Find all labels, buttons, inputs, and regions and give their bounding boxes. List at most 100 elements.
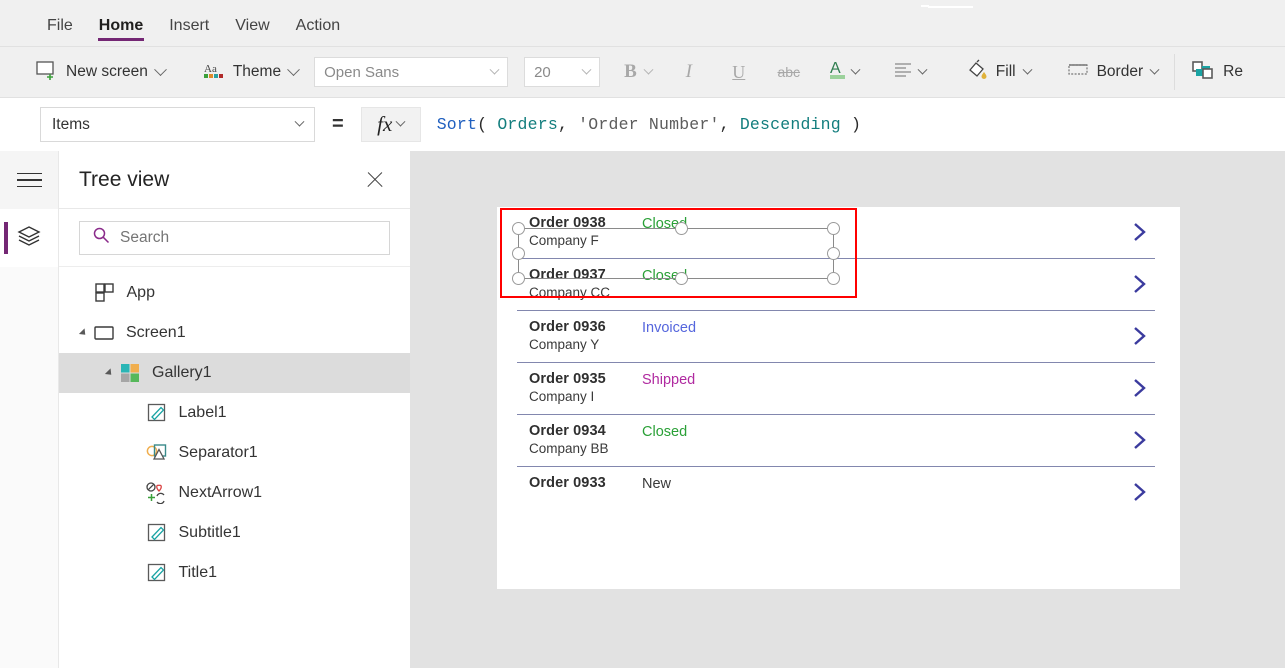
formula-token-3: , [557, 115, 579, 134]
formula-input[interactable]: Sort( Orders, 'Order Number', Descending… [420, 107, 1285, 142]
tree-item-nextarrow1[interactable]: NextArrow1 [59, 473, 410, 513]
reorder-button[interactable]: Re [1181, 52, 1253, 92]
gallery-row-subtitle: Company Y [529, 337, 600, 352]
font-size-select[interactable]: 20 [524, 57, 601, 87]
align-button[interactable] [883, 52, 936, 92]
screen-icon [93, 322, 115, 344]
title-strip [0, 0, 1285, 9]
menu-item-home[interactable]: Home [86, 8, 156, 41]
chevron-down-icon[interactable] [287, 62, 300, 76]
new-screen-label: New screen [66, 63, 148, 80]
resize-handle-6[interactable] [674, 272, 688, 285]
new-screen-button[interactable]: New screen [26, 52, 175, 92]
expand-collapse-icon[interactable] [104, 368, 115, 378]
app-icon [94, 282, 116, 304]
reorder-label: Re [1223, 63, 1243, 80]
resize-handle-2[interactable] [827, 222, 840, 235]
italic-button[interactable]: I [670, 53, 708, 91]
hamburger-button[interactable] [0, 151, 58, 209]
tree-item-label: Title1 [178, 564, 218, 581]
next-arrow-icon[interactable] [1130, 481, 1150, 503]
chevron-down-icon [395, 116, 406, 127]
search-input[interactable] [120, 228, 377, 247]
resize-handle-5[interactable] [512, 272, 525, 285]
underline-button[interactable]: U [720, 53, 758, 91]
tree-item-title1[interactable]: Title1 [59, 553, 410, 593]
strikethrough-button[interactable]: abc [770, 53, 808, 91]
rail-item-tree-view[interactable] [0, 209, 58, 267]
formula-token-6: Descending [739, 115, 841, 134]
theme-button[interactable]: Aa Theme [193, 52, 308, 92]
chevron-down-icon[interactable] [1149, 64, 1160, 75]
search-box[interactable] [79, 220, 390, 255]
expand-collapse-icon[interactable] [78, 328, 89, 338]
gallery-row-subtitle: Company F [529, 233, 599, 248]
formula-token-4: 'Order Number' [578, 115, 720, 134]
tree-item-gallery1[interactable]: Gallery1 [59, 353, 410, 393]
gallery-row-title: Order 0936 [529, 319, 606, 335]
app-screen[interactable]: Order 0938 Company F Closed Order 0937 Compa… [497, 207, 1180, 589]
rail-empty-area [0, 267, 58, 668]
tree-item-subtitle1[interactable]: Subtitle1 [59, 513, 410, 553]
fx-icon: fx [377, 112, 393, 136]
bold-button[interactable]: B [614, 52, 662, 92]
label-icon [146, 522, 168, 544]
chevron-down-icon[interactable] [850, 64, 861, 75]
next-arrow-icon[interactable] [1130, 221, 1150, 243]
tree-item-screen1[interactable]: Screen1 [59, 313, 410, 353]
formula-bar: Items = fx Sort( Orders, 'Order Number',… [0, 99, 1285, 150]
tree-item-app[interactable]: App [59, 273, 410, 313]
gallery-row[interactable]: Order 0934 Company BB Closed [497, 415, 1180, 467]
gallery-row-title: Order 0935 [529, 371, 606, 387]
resize-handle-1[interactable] [674, 222, 688, 235]
close-icon[interactable] [362, 167, 388, 193]
property-select-value: Items [52, 115, 90, 133]
font-color-icon: A [828, 58, 848, 87]
resize-handle-7[interactable] [827, 272, 840, 285]
fill-button[interactable]: Fill [956, 52, 1041, 92]
font-family-value: Open Sans [324, 63, 400, 81]
design-canvas[interactable]: Order 0938 Company F Closed Order 0937 Compa… [411, 151, 1285, 668]
gallery-row[interactable]: Order 0933 New [497, 467, 1180, 519]
gallery-row-subtitle: Company CC [529, 285, 611, 300]
chevron-down-icon[interactable] [153, 62, 167, 76]
font-family-select[interactable]: Open Sans [314, 57, 509, 87]
menu-item-view[interactable]: View [222, 8, 282, 38]
next-arrow-icon[interactable] [1130, 429, 1150, 451]
resize-handle-4[interactable] [827, 247, 840, 260]
gallery-row[interactable]: Order 0935 Company I Shipped [497, 363, 1180, 415]
property-select[interactable]: Items [40, 107, 315, 142]
border-button[interactable]: Border [1057, 52, 1169, 92]
tree-item-label: Screen1 [126, 324, 186, 341]
menu-bar: File Home Insert View Action [0, 8, 1285, 46]
fill-icon [966, 59, 988, 86]
next-arrow-icon[interactable] [1130, 273, 1150, 295]
gallery-row[interactable]: Order 0936 Company Y Invoiced [497, 311, 1180, 363]
tree-item-separator1[interactable]: Separator1 [59, 433, 410, 473]
resize-handle-3[interactable] [512, 247, 525, 260]
menu-item-insert[interactable]: Insert [156, 8, 222, 38]
font-color-button[interactable]: A [818, 52, 869, 92]
gallery-row[interactable]: Order 0937 Company CC Closed [497, 259, 1180, 311]
chevron-down-icon[interactable] [1022, 64, 1033, 75]
border-icon [1067, 61, 1089, 84]
align-icon [893, 61, 915, 84]
font-size-value: 20 [534, 63, 551, 81]
powerapps-studio: File Home Insert View Action New screen … [0, 0, 1285, 668]
next-arrow-icon[interactable] [1130, 377, 1150, 399]
menu-item-file[interactable]: File [34, 8, 86, 38]
tree-item-label1[interactable]: Label1 [59, 393, 410, 433]
tree-item-label: Label1 [178, 404, 227, 421]
gallery-row-status: Invoiced [642, 320, 697, 336]
resize-handle-0[interactable] [512, 222, 525, 235]
chevron-down-icon[interactable] [917, 64, 928, 75]
next-arrow-icon[interactable] [1130, 325, 1150, 347]
italic-label: I [685, 61, 692, 82]
tree-view-panel: Tree view App Screen1 Gallery1 Label1 Separa… [59, 151, 411, 668]
active-indicator [4, 222, 8, 254]
nextarrow-icon [145, 482, 168, 504]
tree-item-list: App Screen1 Gallery1 Label1 Separator1 NextAr… [59, 267, 410, 593]
fx-button[interactable]: fx [360, 107, 421, 142]
tree-item-label: Separator1 [178, 444, 258, 461]
menu-item-action[interactable]: Action [283, 8, 353, 38]
